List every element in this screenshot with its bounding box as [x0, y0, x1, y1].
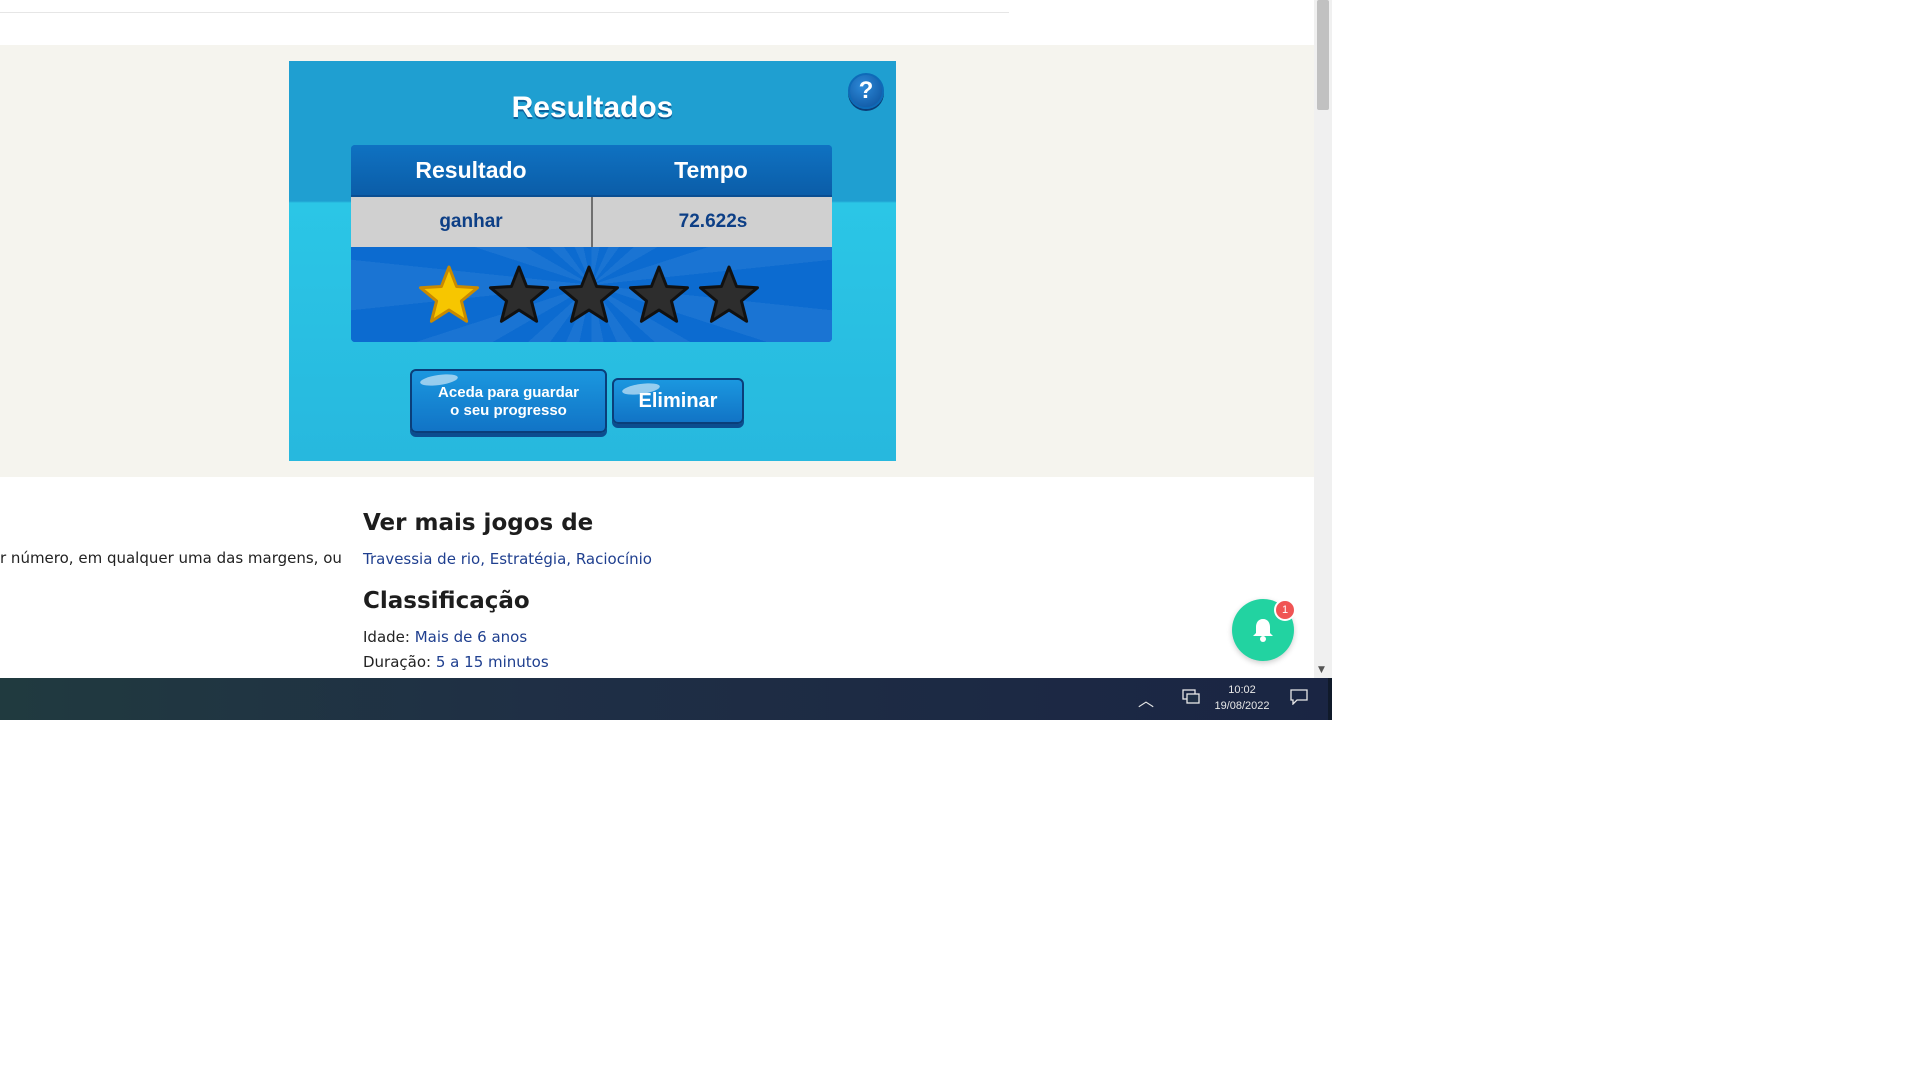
show-hidden-icons-chevron-icon[interactable]: ︿	[1138, 687, 1154, 711]
link-raciocinio[interactable]: Raciocínio	[576, 550, 652, 568]
duration-link[interactable]: 5 a 15 minutos	[436, 653, 549, 671]
login-line-2: o seu progresso	[450, 402, 567, 419]
stars-row	[417, 263, 761, 329]
login-line-1: Aceda para guardar	[438, 384, 579, 401]
login-save-progress-button[interactable]: Aceda para guardar o seu progresso	[410, 369, 607, 433]
game-results-panel: ? Resultados Resultado Tempo ganhar 72.6…	[289, 61, 896, 461]
notification-badge: 1	[1274, 599, 1296, 621]
clock-date: 19/08/2022	[1214, 700, 1270, 712]
description-text: r número, em qualquer uma das margens, o…	[0, 549, 342, 567]
delete-button-label: Eliminar	[638, 390, 718, 412]
age-label: Idade:	[363, 628, 410, 646]
star-empty-icon	[489, 265, 549, 323]
results-table: Resultado Tempo ganhar 72.622s	[351, 145, 832, 342]
windows-taskbar: ︿ 10:02 19/08/2022	[0, 678, 1332, 720]
link-travessia[interactable]: Travessia de rio	[363, 550, 480, 568]
value-result: ganhar	[439, 211, 503, 232]
delete-button[interactable]: Eliminar	[612, 378, 744, 424]
star-empty-icon	[559, 265, 619, 323]
more-games-links: Travessia de rio, Estratégia, Raciocínio	[363, 550, 652, 568]
star-filled-icon	[419, 265, 479, 323]
header-time: Tempo	[674, 157, 748, 183]
scroll-down-arrow-icon[interactable]: ▼	[1318, 665, 1325, 675]
star-empty-icon	[699, 265, 759, 323]
more-games-heading: Ver mais jogos de	[363, 510, 594, 536]
network-icon[interactable]	[1182, 689, 1200, 710]
star-rating	[351, 247, 832, 342]
classification-heading: Classificação	[363, 588, 530, 614]
results-values-row: ganhar 72.622s	[351, 197, 832, 247]
duration-label: Duração:	[363, 653, 432, 671]
show-desktop-edge[interactable]	[1328, 678, 1332, 720]
taskbar-clock[interactable]: 10:02 19/08/2022	[1214, 682, 1270, 714]
age-row: Idade: Mais de 6 anos	[363, 628, 527, 646]
link-estrategia[interactable]: Estratégia	[490, 550, 567, 568]
age-link[interactable]: Mais de 6 anos	[415, 628, 527, 646]
results-title: Resultados	[511, 91, 674, 124]
page-content	[0, 477, 1314, 678]
duration-row: Duração: 5 a 15 minutos	[363, 653, 549, 671]
clock-time: 10:02	[1228, 684, 1256, 696]
header-result: Resultado	[415, 157, 527, 183]
top-page-strip	[0, 0, 1009, 13]
bell-icon	[1253, 619, 1273, 642]
page-scrollbar[interactable]	[1314, 0, 1332, 678]
action-center-icon[interactable]	[1290, 689, 1308, 710]
star-empty-icon	[629, 265, 689, 323]
value-time: 72.622s	[678, 211, 748, 232]
results-header-row: Resultado Tempo	[351, 145, 832, 197]
scrollbar-thumb[interactable]	[1317, 0, 1329, 110]
